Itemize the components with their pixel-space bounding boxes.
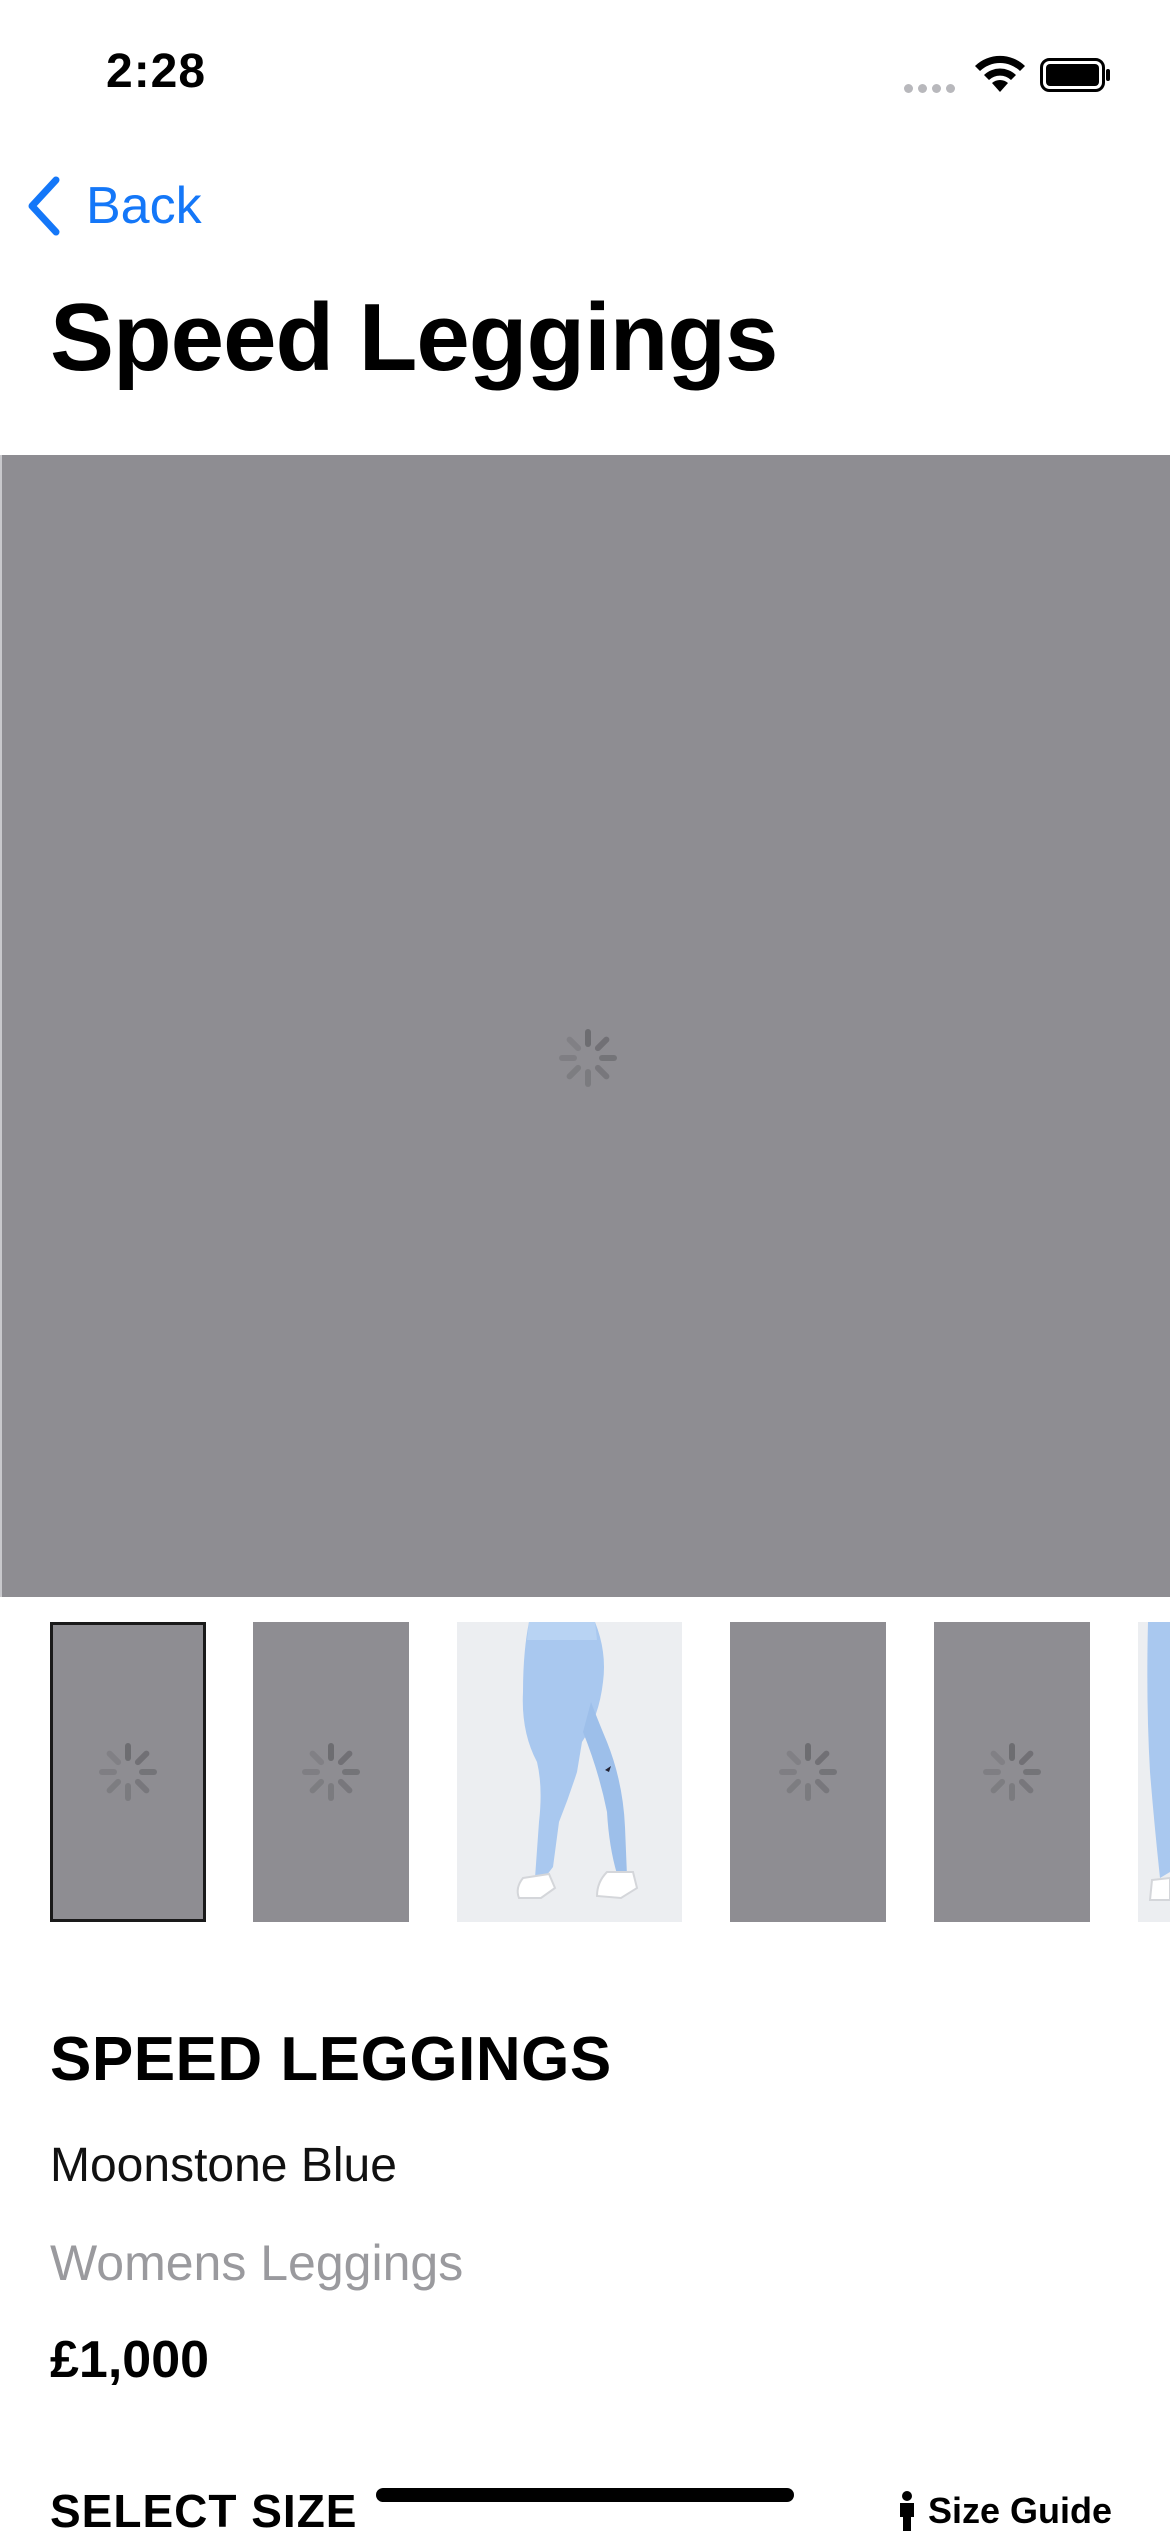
loading-spinner-icon	[983, 1743, 1041, 1801]
thumbnail-1[interactable]	[50, 1622, 206, 1922]
size-guide-button[interactable]: Size Guide	[896, 2490, 1112, 2532]
leggings-image-partial	[1138, 1622, 1170, 1922]
loading-spinner-icon	[302, 1743, 360, 1801]
page-title: Speed Leggings	[50, 284, 778, 391]
thumbnail-2[interactable]	[253, 1622, 409, 1922]
back-chevron-icon	[28, 176, 60, 236]
product-category: Womens Leggings	[50, 2235, 464, 2291]
home-indicator[interactable]	[376, 2488, 794, 2502]
person-icon	[900, 2491, 914, 2531]
loading-spinner-icon	[99, 1743, 157, 1801]
back-button[interactable]: Back	[24, 170, 202, 242]
thumbnail-6-partial[interactable]	[1138, 1622, 1170, 1922]
product-price: £1,000	[50, 2331, 210, 2389]
loading-spinner-icon	[559, 1029, 617, 1087]
thumbnail-5[interactable]	[934, 1622, 1090, 1922]
loading-spinner-icon	[779, 1743, 837, 1801]
battery-icon	[1040, 58, 1110, 92]
select-size-heading: SELECT SIZE	[50, 2485, 358, 2537]
product-name: SPEED LEGGINGS	[50, 2025, 612, 2094]
status-time: 2:28	[106, 45, 207, 98]
thumbnail-3-leggings-photo[interactable]	[457, 1622, 682, 1922]
back-label: Back	[86, 177, 202, 235]
cellular-icon	[904, 80, 960, 98]
thumbnail-4[interactable]	[730, 1622, 886, 1922]
wifi-icon	[975, 55, 1025, 92]
leggings-image	[457, 1622, 682, 1922]
size-guide-label: Size Guide	[928, 2490, 1113, 2531]
product-hero-image[interactable]	[0, 455, 1170, 1597]
product-color: Moonstone Blue	[50, 2139, 397, 2192]
